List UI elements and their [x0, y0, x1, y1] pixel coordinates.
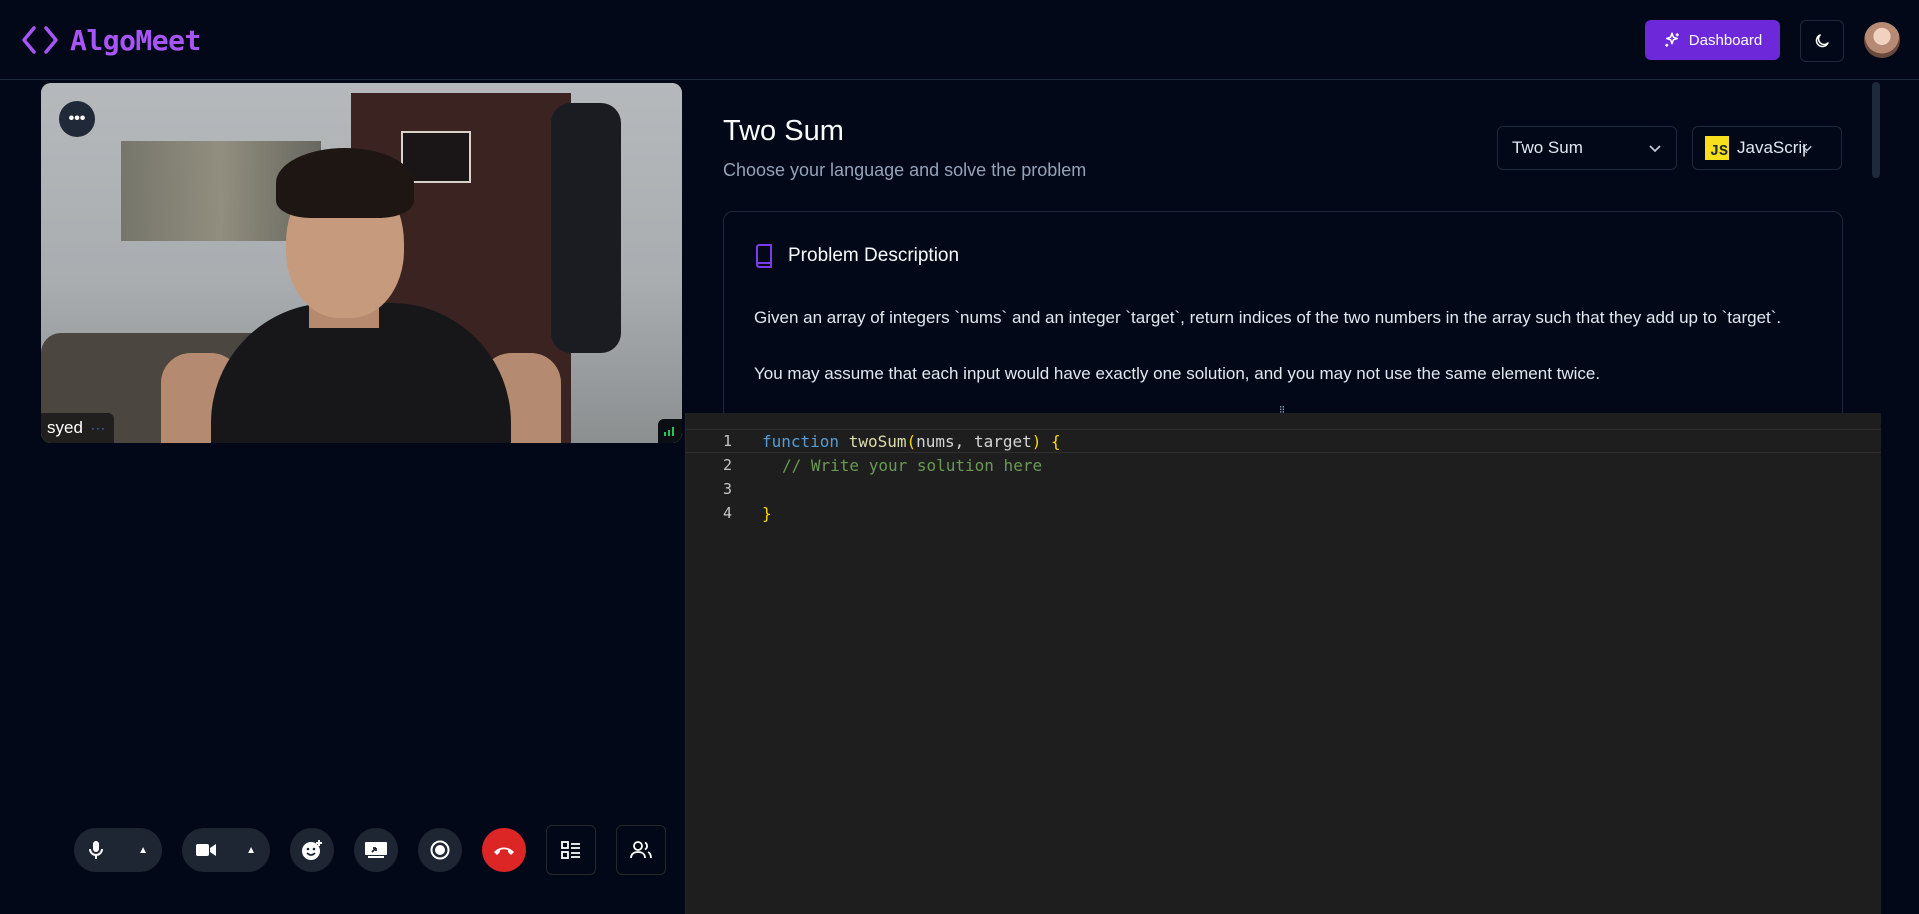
- layout-icon: [561, 841, 580, 859]
- audio-level-indicator: ···: [90, 421, 106, 435]
- mic-toggle-button[interactable]: ▲: [74, 828, 162, 872]
- book-icon: [756, 244, 772, 268]
- code-line[interactable]: 4 }: [686, 501, 1881, 525]
- moon-icon: [1815, 34, 1829, 48]
- problem-panel: Two Sum Choose your language and solve t…: [685, 81, 1880, 413]
- top-bar: AlgoMeet Dashboard: [0, 0, 1919, 80]
- screen-share-button[interactable]: [354, 828, 398, 872]
- chevron-up-icon[interactable]: ▲: [246, 845, 256, 856]
- brand-logo[interactable]: AlgoMeet: [20, 20, 201, 60]
- participants-icon: [630, 841, 652, 859]
- reaction-button[interactable]: [290, 828, 334, 872]
- layout-button[interactable]: [546, 825, 596, 875]
- brand-name: AlgoMeet: [70, 23, 201, 57]
- problem-select-value: Two Sum: [1512, 138, 1583, 157]
- chevron-up-icon[interactable]: ▲: [138, 845, 148, 856]
- line-number: 1: [722, 432, 732, 450]
- participant-menu-button[interactable]: •••: [59, 101, 95, 137]
- user-avatar[interactable]: [1864, 22, 1900, 58]
- theme-toggle-button[interactable]: [1800, 20, 1844, 62]
- dashboard-label: Dashboard: [1688, 31, 1763, 49]
- code-brackets-icon: [22, 26, 58, 54]
- camera-icon: [196, 844, 216, 856]
- problem-panel-scrollbar[interactable]: [1872, 82, 1880, 178]
- problem-description-card: Problem Description Given an array of in…: [723, 211, 1843, 413]
- reaction-icon: [302, 840, 322, 860]
- participant-name-tag: syed ···: [41, 413, 114, 443]
- description-paragraph: Given an array of integers `nums` and an…: [754, 308, 1782, 327]
- record-button[interactable]: [418, 828, 462, 872]
- description-header: Problem Description: [754, 244, 959, 268]
- more-icon: •••: [68, 110, 86, 127]
- participant-video-tile[interactable]: ••• syed ···: [41, 83, 682, 443]
- line-number: 2: [722, 456, 732, 474]
- call-controls: ▲ ▲: [74, 825, 666, 875]
- mic-icon: [89, 841, 103, 859]
- page-subtitle: Choose your language and solve the probl…: [723, 160, 1087, 180]
- video-panel: ••• syed ··· ▲ ▲: [0, 81, 684, 914]
- connection-signal-icon: [658, 419, 682, 443]
- code-line[interactable]: 2 // Write your solution here: [686, 453, 1881, 477]
- record-icon: [430, 840, 450, 860]
- page-title: Two Sum: [723, 115, 844, 147]
- camera-toggle-button[interactable]: ▲: [182, 828, 270, 872]
- line-number: 3: [722, 480, 732, 498]
- description-body: Given an array of integers `nums` and an…: [754, 304, 1814, 413]
- description-paragraph: You may assume that each input would hav…: [754, 364, 1601, 383]
- problem-select[interactable]: Two Sum: [1497, 126, 1677, 170]
- end-call-icon: [494, 847, 514, 855]
- end-call-button[interactable]: [482, 828, 526, 872]
- dashboard-button[interactable]: Dashboard: [1645, 20, 1780, 60]
- code-line[interactable]: 3: [686, 477, 1881, 501]
- chevron-down-icon: [1649, 145, 1661, 153]
- participant-name: syed: [47, 418, 83, 437]
- participants-button[interactable]: [616, 825, 666, 875]
- sparkles-icon: [1665, 32, 1679, 47]
- screen-share-icon: [365, 842, 387, 858]
- language-select[interactable]: JS JavaScript: [1692, 126, 1842, 170]
- description-heading: Problem Description: [788, 245, 960, 266]
- language-select-value: JavaScript: [1737, 138, 1807, 157]
- code-editor[interactable]: 1 function twoSum(nums, target) { 2 // W…: [685, 413, 1881, 914]
- code-line[interactable]: 1 function twoSum(nums, target) {: [686, 429, 1881, 453]
- chevron-down-icon: [1802, 145, 1812, 152]
- line-number: 4: [722, 504, 732, 522]
- javascript-icon: JS: [1705, 136, 1729, 160]
